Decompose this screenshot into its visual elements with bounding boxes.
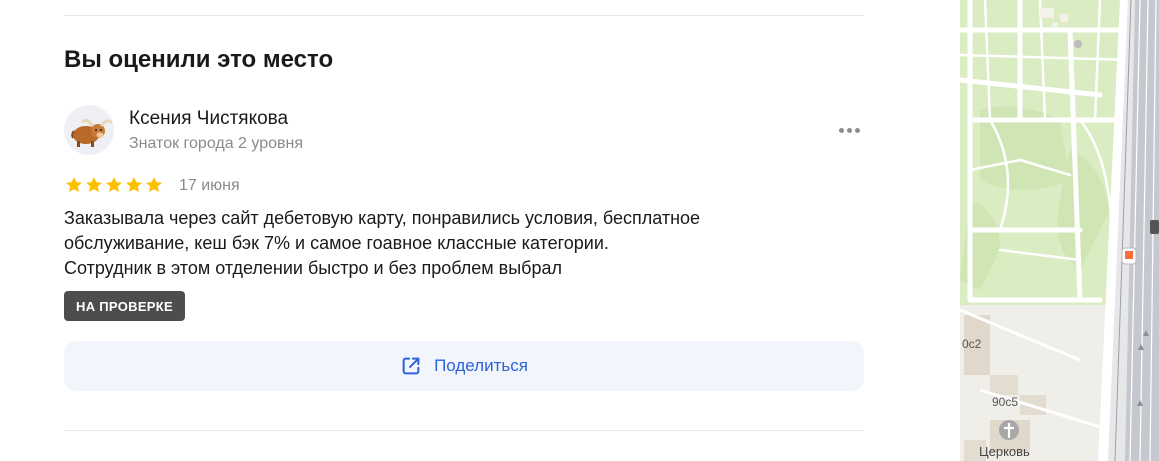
share-button[interactable]: Поделиться xyxy=(64,341,864,391)
more-dots-icon xyxy=(838,127,844,133)
review-page: Вы оценили это место Ксения Чистякова Зн… xyxy=(0,0,1159,461)
more-options-button[interactable] xyxy=(834,118,864,142)
section-title: Вы оценили это место xyxy=(64,46,334,73)
star-icon xyxy=(146,177,162,192)
share-external-icon xyxy=(402,357,420,375)
map-label-building-1: 0с2 xyxy=(962,337,982,351)
rating-stars xyxy=(64,175,164,197)
top-divider xyxy=(64,15,864,16)
map-canvas xyxy=(960,0,1159,461)
star-icon xyxy=(126,177,142,192)
review-date: 17 июня xyxy=(179,177,240,194)
star-icon xyxy=(66,177,82,192)
star-icon xyxy=(106,177,122,192)
map-panel[interactable]: 0с2 90с5 Церковь xyxy=(960,0,1159,461)
share-label: Поделиться xyxy=(434,356,528,375)
author-level: Знаток города 2 уровня xyxy=(129,135,304,152)
church-cross-icon[interactable] xyxy=(999,420,1019,440)
status-badge: НА ПРОВЕРКЕ xyxy=(64,291,185,321)
more-dot xyxy=(854,127,860,133)
review-text-line: Сотрудник в этом отделении быстро и без … xyxy=(64,258,563,278)
author-name[interactable]: Ксения Чистякова xyxy=(129,107,288,131)
metro-icon[interactable] xyxy=(1121,247,1137,265)
map-label-church: Церковь xyxy=(979,444,1030,459)
more-dot xyxy=(846,127,852,133)
star-icon xyxy=(86,177,102,192)
yak-avatar-icon xyxy=(71,119,113,147)
review-text: Заказывала через сайт дебетовую карту, п… xyxy=(64,206,854,281)
review-text-line: обслуживание, кеш бэк 7% и самое гоавное… xyxy=(64,233,609,253)
bottom-divider xyxy=(64,430,864,431)
map-label-building-2: 90с5 xyxy=(992,395,1019,409)
author-avatar[interactable] xyxy=(64,105,114,155)
review-text-line: Заказывала через сайт дебетовую карту, п… xyxy=(64,208,701,228)
